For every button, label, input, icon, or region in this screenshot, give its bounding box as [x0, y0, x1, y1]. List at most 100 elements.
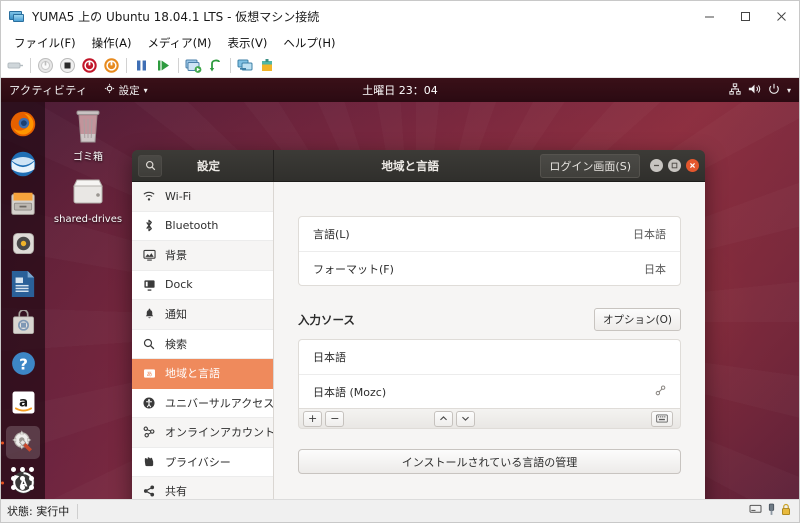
- desktop-icon-shared-drives[interactable]: shared-drives: [51, 176, 125, 226]
- dock-item-files[interactable]: [6, 188, 40, 221]
- close-button[interactable]: [763, 1, 799, 32]
- dock-item-rhythmbox[interactable]: [6, 227, 40, 260]
- sidebar-item-label: 通知: [165, 308, 187, 322]
- search-button[interactable]: [138, 154, 162, 177]
- svg-text:あ: あ: [146, 371, 152, 378]
- vm-toolbar: [1, 54, 799, 78]
- sidebar-item-sharing[interactable]: 共有: [132, 477, 273, 499]
- gnome-settings-window: 設定 地域と言語 ログイン画面(S) Wi-Fi Bluetooth 背景 Do…: [132, 150, 705, 499]
- menu-help[interactable]: ヘルプ(H): [276, 33, 342, 53]
- language-row[interactable]: 言語(L) 日本語: [299, 217, 680, 251]
- keyboard-layout-icon[interactable]: [650, 410, 673, 427]
- sidebar-item-label: Bluetooth: [165, 219, 219, 233]
- language-format-card: 言語(L) 日本語 フォーマット(F) 日本: [298, 216, 681, 286]
- usb-icon[interactable]: [767, 503, 776, 519]
- activities-button[interactable]: アクティビティ: [1, 82, 98, 98]
- notifications-bell-icon: [142, 308, 156, 320]
- settings-headerbar-right: 地域と言語 ログイン画面(S): [274, 150, 705, 181]
- dock-item-firefox[interactable]: [6, 108, 40, 141]
- manage-installed-languages-button[interactable]: インストールされている言語の管理: [298, 449, 681, 474]
- lock-icon[interactable]: [781, 503, 791, 519]
- menu-media[interactable]: メディア(M): [140, 33, 218, 53]
- search-icon: [145, 160, 155, 171]
- region-language-icon: あ: [142, 368, 156, 379]
- play-icon[interactable]: [153, 55, 174, 76]
- app-indicator-label: 設定: [118, 84, 140, 97]
- desktop-icon-label: shared-drives: [53, 214, 123, 225]
- sidebar-item-search[interactable]: 検索: [132, 329, 273, 359]
- minimize-button[interactable]: [691, 1, 727, 32]
- dock-item-settings[interactable]: [6, 426, 40, 460]
- universal-access-icon: [142, 397, 156, 409]
- settings-window-controls: [650, 159, 699, 172]
- snapshot-icon[interactable]: [183, 55, 204, 76]
- stop-square-icon: [57, 55, 78, 76]
- sidebar-item-online-accounts[interactable]: オンラインアカウント: [132, 418, 273, 448]
- input-source-japanese[interactable]: 日本語: [299, 340, 680, 374]
- format-row[interactable]: フォーマット(F) 日本: [299, 251, 680, 285]
- system-tray[interactable]: ▾: [729, 82, 799, 98]
- wrench-icon[interactable]: [655, 385, 666, 399]
- menu-action[interactable]: 操作(A): [85, 33, 139, 53]
- input-sources-options-button[interactable]: オプション(O): [594, 308, 681, 331]
- maximize-button[interactable]: [727, 1, 763, 32]
- sidebar-item-bluetooth[interactable]: Bluetooth: [132, 211, 273, 241]
- dock-item-libreoffice-writer[interactable]: [6, 267, 40, 300]
- move-down-button[interactable]: [455, 410, 475, 427]
- search-icon: [142, 338, 156, 350]
- wifi-icon: [142, 191, 156, 202]
- power-icon: [768, 83, 780, 98]
- language-value: 日本語: [633, 228, 666, 241]
- sidebar-item-notifications[interactable]: 通知: [132, 300, 273, 330]
- sidebar-item-label: Dock: [165, 278, 193, 292]
- power-on-icon: [35, 55, 56, 76]
- share-folder-icon[interactable]: [257, 55, 278, 76]
- menu-file[interactable]: ファイル(F): [7, 33, 83, 53]
- show-applications-icon[interactable]: [10, 467, 36, 491]
- enhanced-session-icon[interactable]: [235, 55, 256, 76]
- gnome-top-panel: アクティビティ 設定 ▾ 土曜日 23：04 ▾: [1, 78, 799, 102]
- remove-input-source-button[interactable]: −: [325, 410, 345, 427]
- revert-arrow-icon[interactable]: [205, 55, 226, 76]
- dock-item-help[interactable]: ?: [6, 347, 40, 380]
- shutdown-red-icon[interactable]: [79, 55, 100, 76]
- settings-maximize-button[interactable]: [668, 159, 681, 172]
- sidebar-item-dock[interactable]: Dock: [132, 270, 273, 300]
- statusbar-divider: [77, 503, 79, 519]
- sidebar-item-universal-access[interactable]: ユニバーサルアクセス: [132, 388, 273, 418]
- pause-icon[interactable]: [131, 55, 152, 76]
- sidebar-item-privacy[interactable]: プライバシー: [132, 447, 273, 477]
- guest-screen: アクティビティ 設定 ▾ 土曜日 23：04 ▾ ? a ゴミ箱 shared-…: [1, 78, 799, 499]
- desktop-icon-trash[interactable]: ゴミ箱: [51, 108, 125, 164]
- windows-window-controls: [691, 1, 799, 32]
- dock-icon: [142, 279, 156, 291]
- display-icon[interactable]: [749, 504, 762, 518]
- sidebar-item-background[interactable]: 背景: [132, 241, 273, 271]
- settings-minimize-button[interactable]: [650, 159, 663, 172]
- sidebar-item-region-language[interactable]: あ 地域と言語: [132, 359, 273, 389]
- settings-close-button[interactable]: [686, 159, 699, 172]
- menu-view[interactable]: 表示(V): [221, 33, 275, 53]
- power-orange-icon[interactable]: [101, 55, 122, 76]
- sidebar-item-label: 検索: [165, 337, 187, 351]
- add-input-source-button[interactable]: +: [303, 410, 323, 427]
- dock-item-amazon[interactable]: a: [6, 387, 40, 420]
- desktop-icon-label: ゴミ箱: [73, 152, 103, 163]
- dock-item-thunderbird[interactable]: [6, 148, 40, 181]
- input-source-japanese-mozc[interactable]: 日本語 (Mozc): [299, 374, 680, 408]
- network-icon: [729, 82, 741, 98]
- settings-sidebar[interactable]: Wi-Fi Bluetooth 背景 Dock 通知 検索 あ 地域と言語 ユニ…: [132, 182, 274, 499]
- vm-window-title: YUMA5 上の Ubuntu 18.04.1 LTS - 仮想マシン接続: [32, 9, 320, 24]
- sidebar-item-wifi[interactable]: Wi-Fi: [132, 182, 273, 212]
- move-up-button[interactable]: [433, 410, 453, 427]
- gear-icon: [104, 83, 115, 97]
- statusbar-tray: [749, 503, 799, 519]
- online-accounts-icon: [142, 426, 156, 438]
- ubuntu-dock: ? a: [1, 102, 45, 499]
- login-screen-button[interactable]: ログイン画面(S): [540, 153, 640, 178]
- format-value: 日本: [644, 262, 666, 276]
- dock-item-ubuntu-software[interactable]: [6, 307, 40, 340]
- app-indicator-settings[interactable]: 設定 ▾: [98, 83, 154, 98]
- input-sources-header: 入力ソース オプション(O): [298, 308, 681, 331]
- sidebar-item-label: Wi-Fi: [165, 189, 192, 203]
